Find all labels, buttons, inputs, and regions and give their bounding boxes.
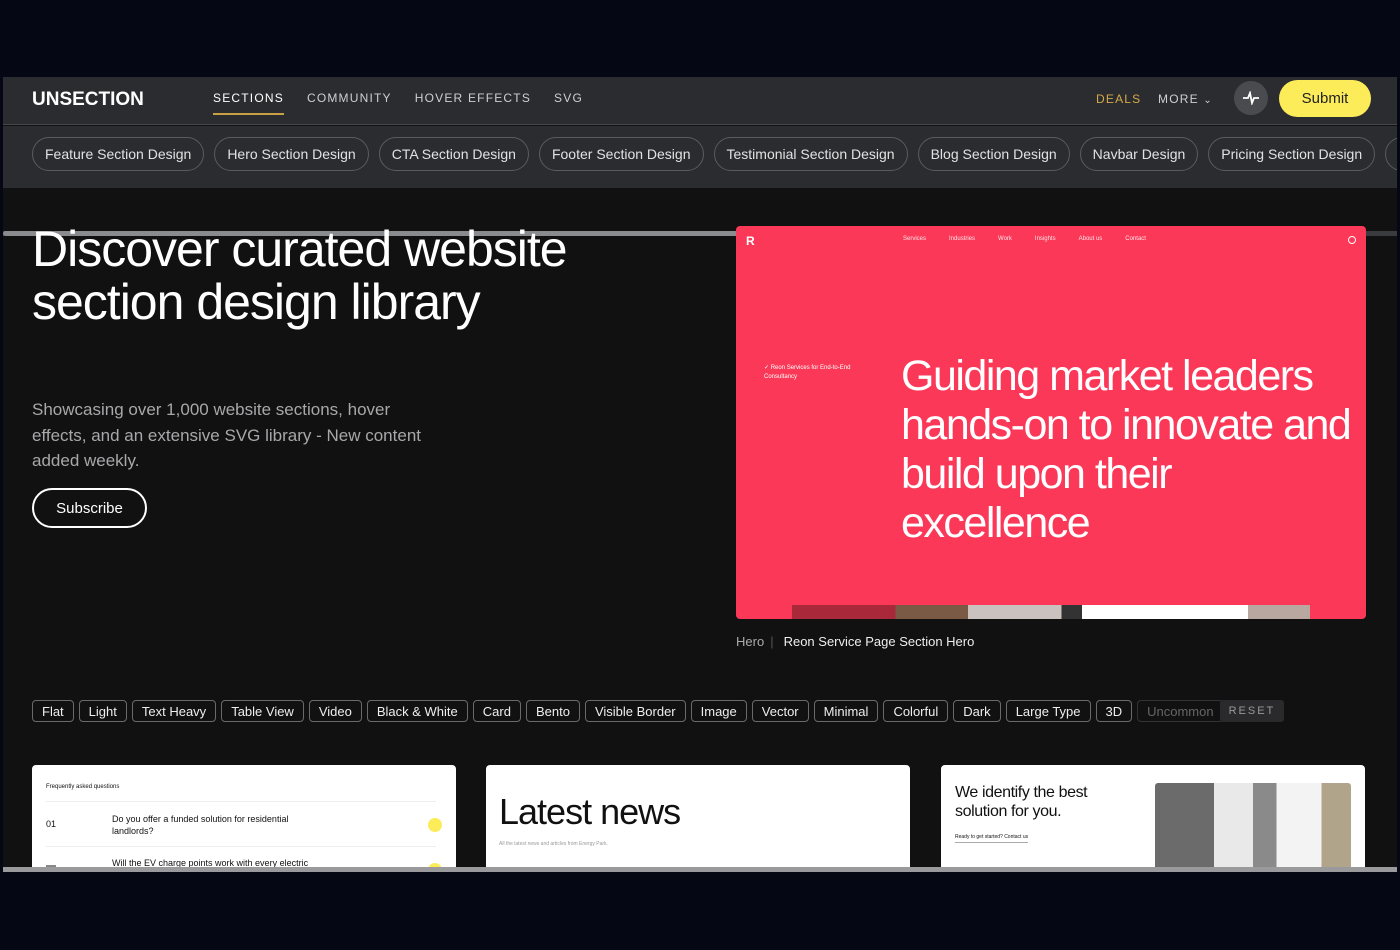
nav-sections[interactable]: SECTIONS: [213, 91, 284, 115]
solution-link[interactable]: Ready to get started? Contact us: [955, 834, 1029, 843]
top-header: UNSECTION SECTIONS COMMUNITY HOVER EFFEC…: [3, 77, 1397, 125]
filter-chip[interactable]: Image: [690, 700, 747, 722]
filter-chip[interactable]: Bento: [525, 700, 580, 722]
filter-chip[interactable]: Text Heavy: [131, 700, 217, 722]
filter-chip[interactable]: Visible Border: [584, 700, 686, 722]
preview-logo: R: [746, 234, 755, 248]
preview-nav-item: Contact: [1125, 236, 1146, 242]
filter-chip[interactable]: Uncommon: [1137, 700, 1224, 722]
faq-divider: [46, 846, 436, 847]
hero-subtitle: Showcasing over 1,000 website sections, …: [32, 400, 421, 470]
filter-chip[interactable]: 3D: [1095, 700, 1133, 722]
category-chip[interactable]: Feature Section Design: [32, 137, 205, 171]
news-subtitle: All the latest news and articles from En…: [499, 841, 608, 847]
filter-chip[interactable]: Large Type: [1005, 700, 1091, 722]
style-filters: Flat Light Text Heavy Table View Video Black …: [32, 700, 1285, 722]
filter-chip[interactable]: Colorful: [883, 700, 949, 722]
category-chip[interactable]: Navbar Design: [1079, 137, 1199, 171]
category-chips: Feature Section Design Hero Section Desig…: [32, 137, 1397, 171]
submit-button[interactable]: Submit: [1279, 80, 1371, 117]
preview-image-strip: [792, 605, 1310, 619]
nav-deals[interactable]: DEALS: [1096, 92, 1141, 106]
preview-nav: Services Industries Work Insights About us Co…: [903, 236, 1146, 242]
globe-icon: [1348, 236, 1356, 244]
faq-number: 01: [46, 819, 57, 829]
card-solution[interactable]: We identify the best solution for you. R…: [941, 765, 1365, 872]
category-chip[interactable]: Hero Section Design: [214, 137, 369, 171]
preview-nav-item: Services: [903, 236, 927, 242]
caption-divider: |: [770, 634, 774, 649]
logo[interactable]: UNSECTION: [32, 89, 144, 111]
caption-category[interactable]: Hero: [736, 634, 764, 649]
filter-chip[interactable]: Flat: [32, 700, 74, 722]
featured-preview[interactable]: R Services Industries Work Insights About us…: [736, 226, 1366, 619]
filter-chip[interactable]: Dark: [953, 700, 1001, 722]
preview-caption: Hero | Reon Service Page Section Hero: [736, 634, 974, 649]
preview-tag-text: Reon Services for End-to-End Consultancy: [764, 365, 851, 380]
faq-question: Do you offer a funded solution for resid…: [112, 814, 289, 836]
solution-title: We identify the best solution for you.: [955, 784, 1088, 820]
category-chip[interactable]: Testimonial Section Design: [713, 137, 908, 171]
reset-filters-button[interactable]: RESET: [1219, 700, 1285, 722]
category-chip[interactable]: Footer Section Design: [538, 137, 704, 171]
subscribe-button[interactable]: Subscribe: [32, 488, 147, 528]
card-faq[interactable]: Frequently asked questions 01 Do you off…: [32, 765, 456, 872]
preview-nav-item: Insights: [1034, 236, 1056, 242]
preview-nav-item: About us: [1078, 236, 1103, 242]
filter-chip[interactable]: Table View: [221, 700, 304, 722]
filter-chip[interactable]: Video: [308, 700, 362, 722]
main-nav: SECTIONS COMMUNITY HOVER EFFECTS SVG: [213, 91, 583, 115]
filter-chip[interactable]: Light: [78, 700, 127, 722]
preview-nav-item: Industries: [949, 236, 976, 242]
filter-chip[interactable]: Minimal: [813, 700, 879, 722]
activity-button[interactable]: [1234, 81, 1268, 115]
category-chip[interactable]: Logo Sec: [1385, 137, 1397, 171]
filter-chip[interactable]: Black & White: [366, 700, 468, 722]
faq-toggle-icon[interactable]: [428, 818, 442, 832]
nav-hover-effects[interactable]: HOVER EFFECTS: [415, 91, 531, 115]
nav-community[interactable]: COMMUNITY: [307, 91, 392, 115]
filter-chip[interactable]: Card: [472, 700, 521, 722]
category-chip[interactable]: Blog Section Design: [917, 137, 1070, 171]
nav-svg[interactable]: SVG: [554, 91, 583, 115]
preview-tag: ✓ Reon Services for End-to-End Consultan…: [764, 365, 851, 380]
nav-more[interactable]: MORE ⌄: [1158, 92, 1213, 106]
page-scrollbar[interactable]: [3, 867, 1397, 872]
filter-chip[interactable]: Vector: [751, 700, 809, 722]
hero-title: Discover curated website section design …: [32, 221, 568, 330]
chevron-down-icon: ⌄: [1203, 95, 1213, 106]
news-title: Latest news: [499, 791, 681, 832]
building-image: [1155, 783, 1351, 872]
category-chip[interactable]: Pricing Section Design: [1208, 137, 1376, 171]
preview-nav-item: Work: [998, 236, 1012, 242]
app-window: UNSECTION SECTIONS COMMUNITY HOVER EFFEC…: [3, 77, 1397, 872]
more-label: MORE: [1158, 92, 1199, 106]
caption-title[interactable]: Reon Service Page Section Hero: [784, 634, 975, 649]
preview-headline: Guiding market leaders hands-on to innov…: [901, 352, 1352, 547]
category-bar: Feature Section Design Hero Section Desig…: [3, 126, 1397, 236]
pulse-icon: [1243, 91, 1259, 105]
category-chip[interactable]: CTA Section Design: [378, 137, 529, 171]
card-latest-news[interactable]: Latest news All the latest news and arti…: [486, 765, 910, 872]
faq-divider: [46, 801, 436, 802]
faq-label: Frequently asked questions: [46, 784, 120, 790]
